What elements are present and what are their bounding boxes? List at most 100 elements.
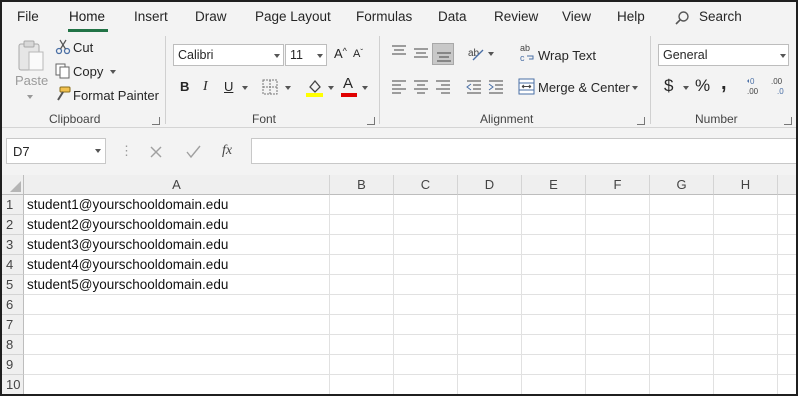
cell-b6[interactable] <box>330 295 394 315</box>
cell-e9[interactable] <box>522 355 586 375</box>
increase-decimal-icon[interactable]: 0 .00 <box>746 76 766 96</box>
tab-file[interactable]: File <box>17 9 39 24</box>
increase-indent-icon[interactable] <box>488 80 504 94</box>
font-color-button[interactable]: A <box>343 75 353 92</box>
cell-c8[interactable] <box>394 335 458 355</box>
cell-e7[interactable] <box>522 315 586 335</box>
cell-c4[interactable] <box>394 255 458 275</box>
top-align-icon[interactable] <box>391 45 407 59</box>
copy-button[interactable]: Copy <box>73 64 103 79</box>
cell-e5[interactable] <box>522 275 586 295</box>
cell-c9[interactable] <box>394 355 458 375</box>
cell-g8[interactable] <box>650 335 714 355</box>
name-box[interactable]: D7 <box>6 138 106 164</box>
cell-a9[interactable] <box>24 355 330 375</box>
cell-g5[interactable] <box>650 275 714 295</box>
formula-input[interactable] <box>251 138 796 164</box>
cell-a10[interactable] <box>24 375 330 394</box>
cell-b7[interactable] <box>330 315 394 335</box>
cell-b9[interactable] <box>330 355 394 375</box>
cell-i4[interactable] <box>778 255 796 275</box>
cell-a4[interactable]: student4@yourschooldomain.edu <box>24 255 330 275</box>
cell-h6[interactable] <box>714 295 778 315</box>
cell-a1[interactable]: student1@yourschooldomain.edu <box>24 195 330 215</box>
cell-a6[interactable] <box>24 295 330 315</box>
cell-h2[interactable] <box>714 215 778 235</box>
cell-b5[interactable] <box>330 275 394 295</box>
italic-button[interactable]: I <box>203 79 208 95</box>
tab-data[interactable]: Data <box>438 9 467 24</box>
cell-c3[interactable] <box>394 235 458 255</box>
cell-i5[interactable] <box>778 275 796 295</box>
cell-i3[interactable] <box>778 235 796 255</box>
scissors-icon[interactable] <box>55 39 71 55</box>
cell-d1[interactable] <box>458 195 522 215</box>
underline-button[interactable]: U <box>224 79 233 94</box>
enter-check-icon[interactable] <box>186 145 201 159</box>
column-header-e[interactable]: E <box>522 175 586 195</box>
cell-g3[interactable] <box>650 235 714 255</box>
cell-f2[interactable] <box>586 215 650 235</box>
cell-g6[interactable] <box>650 295 714 315</box>
number-dialog-launcher[interactable] <box>784 117 792 125</box>
font-name-dropdown[interactable]: Calibri <box>173 44 284 66</box>
column-header-c[interactable]: C <box>394 175 458 195</box>
cell-b2[interactable] <box>330 215 394 235</box>
copy-dropdown-caret[interactable] <box>110 70 116 74</box>
cell-h5[interactable] <box>714 275 778 295</box>
cell-g10[interactable] <box>650 375 714 394</box>
tab-home[interactable]: Home <box>69 9 105 24</box>
cell-a5[interactable]: student5@yourschooldomain.edu <box>24 275 330 295</box>
wrap-text-button[interactable]: Wrap Text <box>538 48 596 63</box>
tab-view[interactable]: View <box>562 9 591 24</box>
decrease-decimal-icon[interactable]: .00 .0 <box>770 76 792 96</box>
cell-f1[interactable] <box>586 195 650 215</box>
row-header-5[interactable]: 5 <box>2 275 24 295</box>
cell-g1[interactable] <box>650 195 714 215</box>
cell-d9[interactable] <box>458 355 522 375</box>
bold-button[interactable]: B <box>180 79 189 94</box>
orientation-icon[interactable]: ab <box>467 44 485 62</box>
cell-d5[interactable] <box>458 275 522 295</box>
row-header-7[interactable]: 7 <box>2 315 24 335</box>
cell-i10[interactable] <box>778 375 796 394</box>
cell-e1[interactable] <box>522 195 586 215</box>
increase-font-size-icon[interactable]: A^ <box>334 46 347 61</box>
cell-h8[interactable] <box>714 335 778 355</box>
cell-c6[interactable] <box>394 295 458 315</box>
cell-d2[interactable] <box>458 215 522 235</box>
currency-dropdown-caret[interactable] <box>683 86 689 90</box>
merge-center-button[interactable]: Merge & Center <box>538 80 630 95</box>
format-painter-icon[interactable] <box>54 86 71 103</box>
insert-function-button[interactable]: fx <box>222 143 232 159</box>
column-header-h[interactable]: H <box>714 175 778 195</box>
cut-button[interactable]: Cut <box>73 40 93 55</box>
decrease-font-size-icon[interactable]: Aˇ <box>353 48 363 60</box>
column-header-a[interactable]: A <box>24 175 330 195</box>
cell-b10[interactable] <box>330 375 394 394</box>
cell-f10[interactable] <box>586 375 650 394</box>
cell-i7[interactable] <box>778 315 796 335</box>
underline-dropdown-caret[interactable] <box>242 86 248 90</box>
format-painter-button[interactable]: Format Painter <box>73 88 159 103</box>
middle-align-icon[interactable] <box>413 47 429 61</box>
row-header-2[interactable]: 2 <box>2 215 24 235</box>
align-center-icon[interactable] <box>413 80 429 94</box>
cell-i2[interactable] <box>778 215 796 235</box>
copy-icon[interactable] <box>55 63 71 79</box>
cell-b3[interactable] <box>330 235 394 255</box>
cell-f5[interactable] <box>586 275 650 295</box>
paste-dropdown-caret[interactable] <box>27 95 33 99</box>
row-header-3[interactable]: 3 <box>2 235 24 255</box>
cell-a8[interactable] <box>24 335 330 355</box>
cell-i9[interactable] <box>778 355 796 375</box>
align-left-icon[interactable] <box>391 80 407 94</box>
tab-review[interactable]: Review <box>494 9 538 24</box>
cell-h3[interactable] <box>714 235 778 255</box>
currency-button[interactable]: $ <box>664 76 673 96</box>
cell-e2[interactable] <box>522 215 586 235</box>
number-format-dropdown[interactable]: General <box>658 44 789 66</box>
cell-b1[interactable] <box>330 195 394 215</box>
row-header-4[interactable]: 4 <box>2 255 24 275</box>
cell-h1[interactable] <box>714 195 778 215</box>
